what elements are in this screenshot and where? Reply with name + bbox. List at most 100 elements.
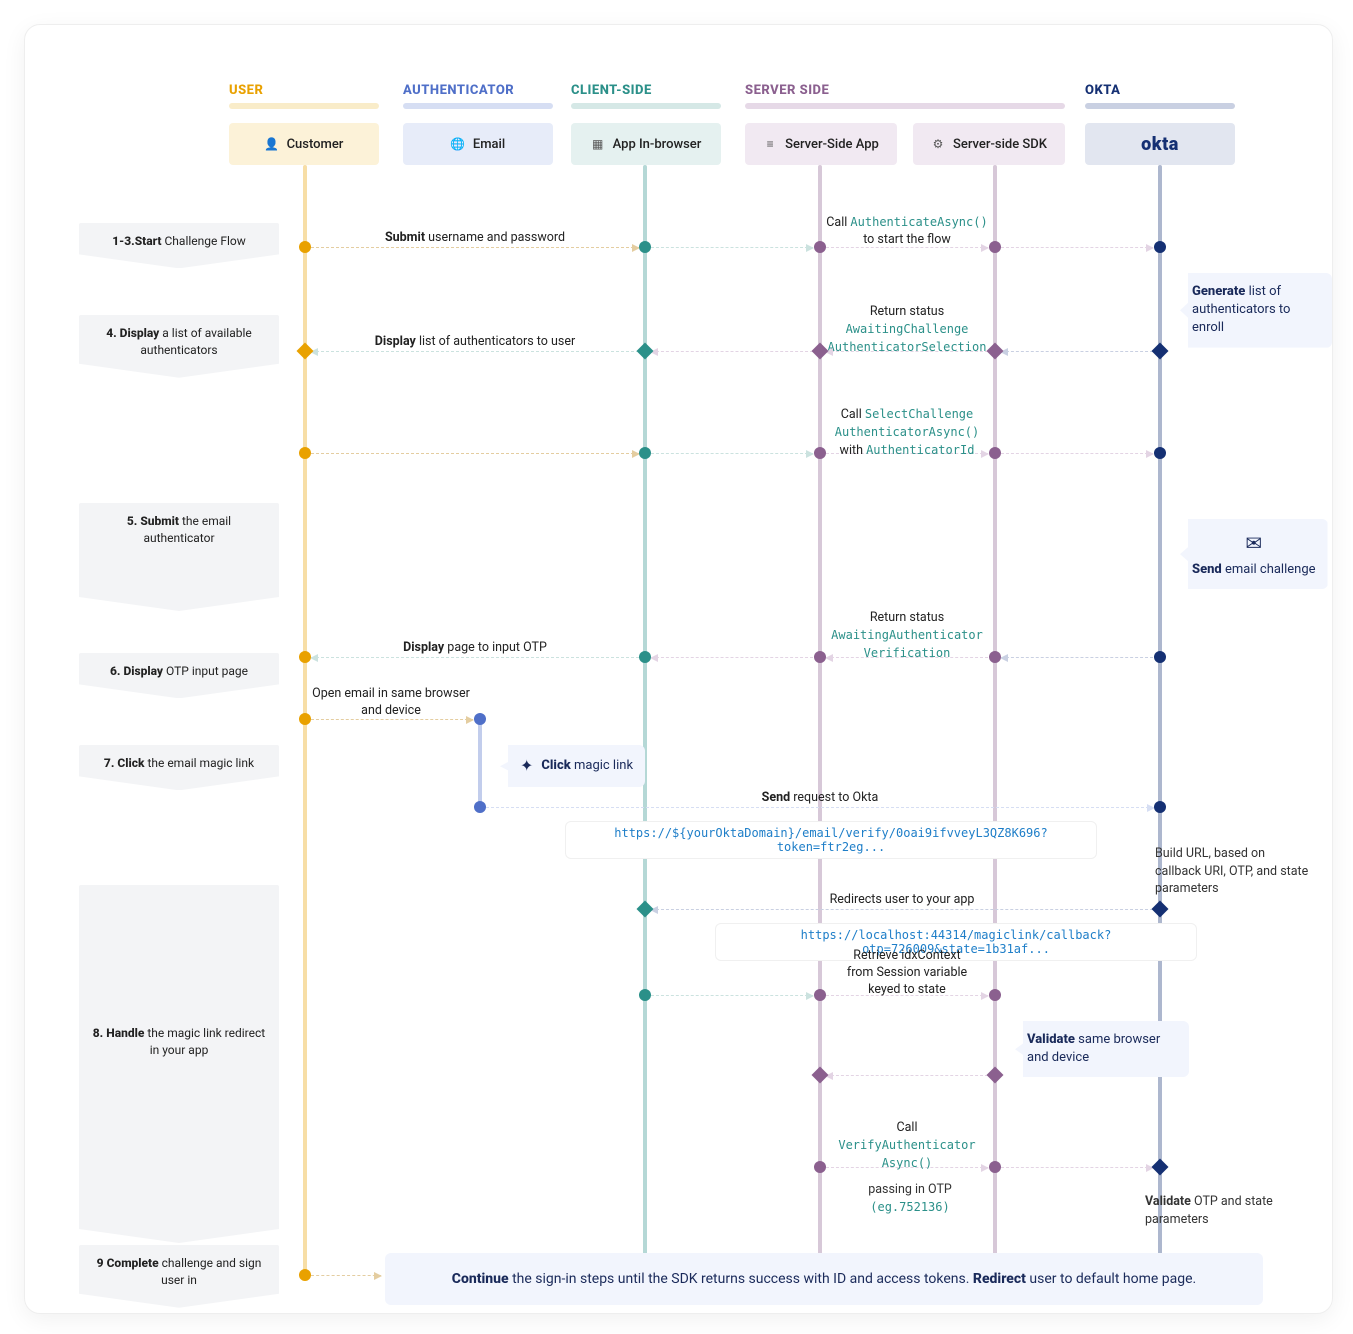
- diagram-card: { "columns":{ "user":{"label":"USER","ac…: [24, 24, 1333, 1314]
- node: [1152, 343, 1169, 360]
- actor-serverapp: ≡ Server-Side App: [745, 123, 897, 165]
- msg-retrieve-idx-label: Retrieve idxContextfrom Session variable…: [826, 948, 988, 999]
- actor-customer-label: Customer: [287, 137, 344, 152]
- actor-serversdk-label: Server-side SDK: [953, 137, 1047, 152]
- globe-icon: 🌐: [451, 137, 465, 151]
- annot-click-magic-link: ✦ Click magic link: [500, 745, 645, 787]
- actor-email-label: Email: [473, 137, 505, 152]
- url1-box: https://${yourOktaDomain}/email/verify/0…: [565, 821, 1097, 859]
- node: [639, 447, 651, 459]
- lifeline-okta: [1158, 165, 1162, 1273]
- msg-call-verify: CallVerifyAuthenticatorAsync(): [826, 1167, 988, 1168]
- msg-call-authasync-label: Call AuthenticateAsync()to start the flo…: [826, 214, 988, 249]
- col-server-label: SERVER SIDE: [745, 83, 829, 98]
- lifeline-serverapp: [818, 165, 822, 1273]
- node: [299, 1269, 311, 1281]
- node: [1154, 801, 1166, 813]
- node: [814, 989, 826, 1001]
- node: [989, 241, 1001, 253]
- msg-display-list: Display list of authenticators to user: [311, 351, 639, 352]
- col-client-label: CLIENT-SIDE: [571, 83, 652, 98]
- col-user-hr: [229, 103, 379, 109]
- node: [637, 343, 654, 360]
- node: [987, 343, 1004, 360]
- annot-generate-list: Generate list of authenticators to enrol…: [1180, 273, 1332, 348]
- col-okta-hr: [1085, 103, 1235, 109]
- msg-awaiting-auth-label: Return statusAwaitingAuthenticatorVerifi…: [826, 610, 988, 663]
- annot-validate-browser: Validate same browser and device: [1015, 1021, 1189, 1077]
- msg-return-awaiting-label: Return statusAwaitingChallengeAuthentica…: [826, 304, 988, 357]
- node: [639, 241, 651, 253]
- msg-selectchallenge-label: Call SelectChallenge AuthenticatorAsync(…: [826, 406, 988, 460]
- node: [639, 651, 651, 663]
- actor-serversdk: ⚙ Server-side SDK: [913, 123, 1065, 165]
- node: [1152, 1159, 1169, 1176]
- actor-app-label: App In-browser: [613, 137, 702, 152]
- actor-app: ▦ App In-browser: [571, 123, 721, 165]
- note-passing-otp: passing in OTP(eg.752136): [845, 1181, 975, 1216]
- node: [989, 447, 1001, 459]
- msg-call-authasync: Call AuthenticateAsync()to start the flo…: [826, 247, 988, 248]
- col-client-hr: [571, 103, 721, 109]
- msg-sdk-to-okta-9: [1001, 1167, 1153, 1168]
- msg-display-otp-label: Display page to input OTP: [311, 640, 639, 655]
- person-icon: 👤: [265, 137, 279, 151]
- msg-open-email-label: Open email in same browser and device: [311, 686, 471, 720]
- node: [1154, 241, 1166, 253]
- col-server-hr: [745, 103, 1065, 109]
- msg-user-to-client-3: [311, 453, 639, 454]
- step-7: 7. Click the email magic link: [79, 745, 279, 790]
- annot-send-email: ✉ Send email challenge: [1180, 519, 1328, 589]
- step-4: 4. Display a list of available authentic…: [79, 315, 279, 378]
- node: [814, 651, 826, 663]
- msg-submit-credentials-label: Submit username and password: [311, 230, 639, 245]
- node: [299, 651, 311, 663]
- msg-send-to-okta-label: Send request to Okta: [486, 790, 1154, 805]
- node: [989, 989, 1001, 1001]
- msg-return-awaiting-challenge: Return statusAwaitingChallengeAuthentica…: [826, 351, 988, 352]
- lifeline-serversdk: [993, 165, 997, 1273]
- actor-email: 🌐 Email: [403, 123, 553, 165]
- msg-sdk-to-okta-3: [1001, 453, 1153, 454]
- col-okta-label: OKTA: [1085, 83, 1120, 98]
- window-icon: ▦: [591, 137, 605, 151]
- msg-sdk-back: [826, 1075, 988, 1076]
- node: [299, 241, 311, 253]
- step-5: 5. Submit the email authenticator: [79, 503, 279, 611]
- actor-serverapp-label: Server-Side App: [785, 137, 879, 152]
- node: [1154, 447, 1166, 459]
- msg-server-to-client-2: [651, 351, 813, 352]
- msg-server-to-client-4: [651, 657, 813, 658]
- note-build-url: Build URL, based on callback URI, OTP, a…: [1155, 845, 1310, 898]
- col-user-label: USER: [229, 83, 263, 98]
- msg-display-list-label: Display list of authenticators to user: [311, 334, 639, 349]
- node: [812, 1067, 829, 1084]
- server-icon: ≡: [763, 137, 777, 151]
- msg-sdk-to-okta: [1001, 247, 1153, 248]
- node: [299, 447, 311, 459]
- okta-logo: okta: [1141, 134, 1179, 155]
- lifeline-auth: [478, 715, 482, 810]
- node: [814, 1161, 826, 1173]
- node: [814, 447, 826, 459]
- step-8: 8. Handle the magic link redirect in you…: [79, 885, 279, 1243]
- url1: https://${yourOktaDomain}/email/verify/0…: [614, 826, 1047, 854]
- step-6: 6. Display OTP input page: [79, 653, 279, 698]
- msg-user-to-banner: [311, 1275, 381, 1276]
- actor-customer: 👤 Customer: [229, 123, 379, 165]
- node: [814, 241, 826, 253]
- col-auth-label: AUTHENTICATOR: [403, 83, 514, 98]
- msg-client-to-server: [651, 247, 813, 248]
- node: [474, 713, 486, 725]
- node: [1154, 651, 1166, 663]
- node: [639, 989, 651, 1001]
- mail-icon: ✉: [1192, 529, 1316, 557]
- node: [989, 1161, 1001, 1173]
- note-validate-otp: Validate OTP and state parameters: [1145, 1193, 1295, 1228]
- msg-redirect-label: Redirects user to your app: [651, 892, 1153, 907]
- msg-call-verify-label: CallVerifyAuthenticatorAsync(): [826, 1120, 988, 1173]
- lifeline-client: [643, 165, 647, 1273]
- msg-retrieve-idx: Retrieve idxContextfrom Session variable…: [826, 995, 988, 996]
- msg-okta-to-sdk-2: [1001, 351, 1153, 352]
- col-auth-hr: [403, 103, 553, 109]
